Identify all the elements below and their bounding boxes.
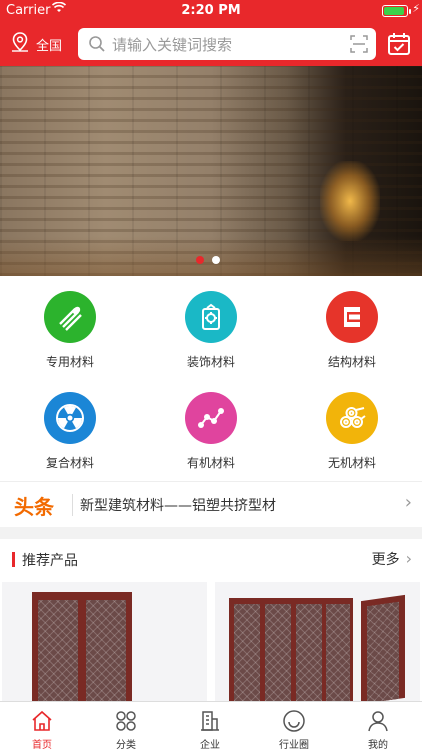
pipes-icon [44,291,96,343]
tab-mine[interactable]: 我的 [336,702,420,750]
category-label: 装饰材料 [186,355,235,369]
headline-tag: 头条 [14,495,54,519]
category-item-composite[interactable]: 复合材料 [0,377,140,477]
search-placeholder: 请输入关键词搜索 [112,35,233,54]
product-card[interactable] [215,582,420,701]
decor-badge-icon [185,291,237,343]
chevron-right-icon[interactable]: › [405,492,412,513]
tab-label: 行业圈 [279,740,309,750]
headline-ticker[interactable]: 头条 新型建筑材料——铝塑共挤型材 › [0,481,422,527]
circle-smile-icon [282,709,306,733]
logs-icon [326,392,378,444]
category-label: 有机材料 [186,456,235,470]
carousel-dot[interactable] [212,256,220,264]
tab-category[interactable]: 分类 [84,702,168,750]
scan-icon[interactable] [342,35,376,53]
tab-label: 分类 [116,740,136,750]
recommend-header: 推荐产品 更多 › [0,539,422,579]
search-input[interactable]: 请输入关键词搜索 [78,28,376,60]
banner-carousel[interactable] [0,66,422,276]
charging-icon: ⚡ [412,2,420,15]
category-item-special[interactable]: 专用材料 [0,276,140,376]
carousel-indicator [196,256,220,264]
category-grid: 专用材料 装饰材料 结构材料 复合材料 有机材料 无机材料 [0,276,422,481]
home-icon [30,709,54,733]
structure-icon [326,291,378,343]
top-navbar: 全国 请输入关键词搜索 [0,22,422,66]
product-list [0,579,422,701]
tab-home[interactable]: 首页 [0,702,84,750]
category-label: 复合材料 [45,456,94,470]
battery-icon [382,5,411,17]
user-icon [366,709,390,733]
category-item-decoration[interactable]: 装饰材料 [141,276,281,376]
calendar-check-icon[interactable] [386,31,412,57]
carousel-dot[interactable] [196,256,204,264]
location-pin-icon [10,31,30,57]
headline-text[interactable]: 新型建筑材料——铝塑共挤型材 [80,495,276,515]
location-selector[interactable]: 全国 [10,30,62,58]
status-bar: Carrier 2:20 PM ⚡ [0,0,422,22]
recommend-title: 推荐产品 [22,553,78,569]
category-icon [114,709,138,733]
more-link[interactable]: 更多 › [372,549,412,569]
category-item-structural[interactable]: 结构材料 [282,276,422,376]
tab-label: 企业 [200,740,220,750]
tab-industry-circle[interactable]: 行业圈 [252,702,336,750]
molecule-icon [185,392,237,444]
tab-enterprise[interactable]: 企业 [168,702,252,750]
tab-label: 首页 [32,740,52,750]
bottom-tab-bar: 首页 分类 企业 行业圈 我的 [0,701,422,750]
chevron-right-icon: › [405,549,412,568]
category-label: 专用材料 [45,355,94,369]
location-label: 全国 [36,38,63,54]
category-item-inorganic[interactable]: 无机材料 [282,377,422,477]
category-label: 结构材料 [327,355,376,369]
product-card[interactable] [2,582,207,701]
category-label: 无机材料 [327,456,376,470]
category-item-organic[interactable]: 有机材料 [141,377,281,477]
tab-label: 我的 [368,740,388,750]
search-icon [88,35,106,53]
app-header: Carrier 2:20 PM ⚡ 全国 请输入关键词搜索 [0,0,422,66]
radiation-icon [44,392,96,444]
status-time: 2:20 PM [181,3,241,18]
building-icon [198,709,222,733]
